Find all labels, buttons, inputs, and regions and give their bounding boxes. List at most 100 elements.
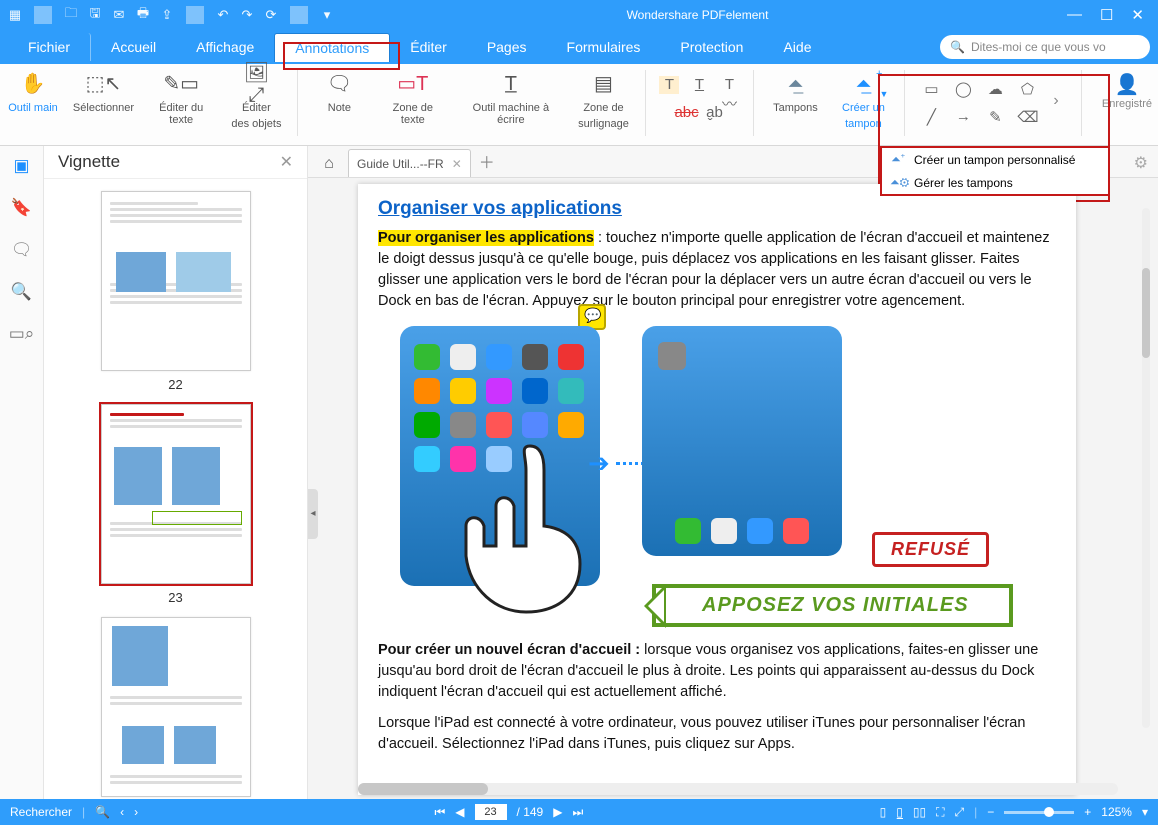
status-find-prev-icon[interactable]: ‹: [120, 805, 124, 819]
thumbnail-page-22[interactable]: 22: [101, 191, 251, 392]
qat-open-icon[interactable]: 🗀: [62, 4, 80, 26]
vertical-scrollbar[interactable]: [1142, 208, 1150, 728]
menu-annotations[interactable]: Annotations: [274, 33, 390, 62]
menu-pages[interactable]: Pages: [467, 33, 547, 61]
tool-caret[interactable]: a̬b: [704, 104, 724, 122]
tool-stamps[interactable]: ⏶̲ Tampons: [768, 70, 822, 114]
tool-typewriter[interactable]: T̲ Outil machine à écrire: [459, 70, 562, 126]
thumbnail-page-23[interactable]: 23: [101, 404, 251, 605]
qat-share-icon[interactable]: ⇪: [158, 7, 176, 23]
qat-print-icon[interactable]: 🖶: [134, 4, 152, 26]
ribbon-overflow[interactable]: ›: [1053, 92, 1067, 110]
shape-circle-icon[interactable]: ◯: [953, 80, 973, 98]
window-maximize-icon[interactable]: ☐: [1100, 6, 1113, 24]
stamp-gear-icon: ⏶⚙: [890, 175, 906, 190]
shape-cloud-icon[interactable]: ☁: [985, 80, 1005, 98]
view-fullscreen-icon[interactable]: ⤢: [955, 805, 965, 820]
zoom-slider[interactable]: [1004, 811, 1074, 814]
tool-edit-text[interactable]: ✎▭ Éditer du texte: [147, 70, 215, 126]
menu-file[interactable]: Fichier: [8, 33, 91, 61]
thumbnail-panel-close-icon[interactable]: ✕: [280, 152, 293, 172]
view-two-page-icon[interactable]: ▯▯: [913, 805, 926, 819]
page-first-icon[interactable]: ⏮: [434, 805, 445, 820]
window-minimize-icon[interactable]: ―: [1067, 6, 1082, 24]
horizontal-scrollbar[interactable]: [358, 783, 1118, 795]
qat-refresh-icon[interactable]: ⟳: [262, 7, 280, 23]
doc-heading: Organiser vos applications: [378, 198, 1056, 220]
status-search-icon[interactable]: 🔍: [95, 805, 110, 819]
zoom-out-icon[interactable]: −: [987, 805, 994, 819]
view-fit-icon[interactable]: ⛶: [936, 805, 944, 820]
panel-collapse-handle[interactable]: ◂: [308, 489, 318, 539]
tool-strikeout[interactable]: abc: [674, 104, 694, 122]
qat-mail-icon[interactable]: ✉: [110, 7, 128, 23]
tool-select[interactable]: ⬚↖ Sélectionner: [74, 70, 133, 114]
tool-edit-objects[interactable]: 🖼⤢ Éditer des objets: [229, 70, 283, 130]
status-find-next-icon[interactable]: ›: [134, 805, 138, 819]
qat-undo-icon[interactable]: ↶: [214, 7, 232, 23]
page-prev-icon[interactable]: ◀: [455, 805, 464, 819]
tool-create-stamp[interactable]: ⏶̲+▼ Créer un tampon: [836, 70, 890, 130]
ribbon: ✋ Outil main ⬚↖ Sélectionner ✎▭ Éditer d…: [0, 64, 1158, 146]
new-tab-button[interactable]: ＋: [477, 149, 497, 177]
shape-rect-icon[interactable]: ▭: [921, 80, 941, 98]
qat-redo-icon[interactable]: ↷: [238, 7, 256, 23]
document-area: ⌂ Guide Util...--FR ✕ ＋ ⚙ ◂ Organiser vo…: [308, 146, 1158, 799]
shape-line-icon[interactable]: ╱: [921, 108, 941, 126]
zoom-in-icon[interactable]: +: [1084, 805, 1091, 819]
page-next-icon[interactable]: ▶: [553, 805, 562, 819]
page-last-icon[interactable]: ⏭: [572, 805, 583, 820]
nav-comments-icon[interactable]: 🗨: [11, 240, 33, 260]
thumbnail-page-24[interactable]: [101, 617, 251, 797]
search-icon: 🔍: [950, 40, 965, 54]
zoom-dropdown-icon[interactable]: ▾: [1142, 805, 1148, 819]
menu-formulaires[interactable]: Formulaires: [547, 33, 661, 61]
tool-squiggly[interactable]: T〰: [719, 76, 739, 94]
page-current-input[interactable]: [475, 804, 507, 820]
menu-accueil[interactable]: Accueil: [91, 33, 176, 61]
document-canvas[interactable]: ◂ Organiser vos applications Pour organi…: [308, 178, 1158, 799]
thumbnail-page-22-number: 22: [101, 377, 251, 392]
tool-highlight[interactable]: T: [659, 76, 679, 94]
menu-editer[interactable]: Éditer: [390, 33, 467, 61]
document-tab-close-icon[interactable]: ✕: [452, 157, 462, 171]
tab-home-icon[interactable]: ⌂: [316, 151, 342, 177]
tab-settings-icon[interactable]: ⚙: [1134, 153, 1148, 177]
app-icon: ▦: [6, 7, 24, 23]
qat-save-icon[interactable]: 🖫: [86, 4, 104, 26]
tool-note[interactable]: 🗨 Note: [312, 70, 366, 114]
tool-area-highlight[interactable]: ▤ Zone de surlignage: [577, 70, 631, 130]
doc-paragraph-2-lead: Pour créer un nouvel écran d'accueil :: [378, 642, 640, 658]
shape-eraser-icon[interactable]: ⌫: [1017, 108, 1037, 126]
shape-arrow-icon[interactable]: →: [953, 108, 973, 126]
menu-create-custom-stamp[interactable]: ⏶⁺ Créer un tampon personnalisé: [882, 148, 1108, 171]
qat-more-icon[interactable]: ▾: [318, 7, 336, 23]
tool-hand[interactable]: ✋ Outil main: [6, 70, 60, 114]
menu-manage-stamps[interactable]: ⏶⚙ Gérer les tampons: [882, 171, 1108, 194]
tool-edit-objects-label1: Éditer: [242, 102, 271, 114]
document-tab[interactable]: Guide Util...--FR ✕: [348, 149, 471, 177]
account-status-label: Enregistré: [1102, 98, 1152, 110]
shape-polygon-icon[interactable]: ⬠: [1017, 80, 1037, 98]
tool-underline[interactable]: T: [689, 76, 709, 94]
status-find-label[interactable]: Rechercher: [10, 805, 72, 819]
menu-aide[interactable]: Aide: [763, 33, 831, 61]
account-status[interactable]: 👤 Enregistré: [1102, 70, 1152, 110]
menu-protection[interactable]: Protection: [660, 33, 763, 61]
view-single-page-icon[interactable]: ▯: [880, 805, 887, 819]
nav-thumbnails-icon[interactable]: ▣: [13, 156, 29, 176]
nav-attachments-icon[interactable]: ▭⌕: [9, 324, 35, 344]
tool-select-label: Sélectionner: [73, 102, 134, 114]
stamp-initials[interactable]: APPOSEZ VOS INITIALES: [652, 584, 1013, 627]
stamp-refuse[interactable]: REFUSÉ: [872, 532, 989, 567]
shape-pencil-icon[interactable]: ✎: [985, 108, 1005, 126]
nav-bookmarks-icon[interactable]: 🔖: [11, 198, 32, 218]
edit-objects-icon: 🖼⤢: [241, 70, 271, 98]
help-search-placeholder: Dites-moi ce que vous vo: [971, 40, 1106, 54]
window-close-icon[interactable]: ✕: [1131, 6, 1144, 24]
tool-textbox[interactable]: ▭T Zone de texte: [380, 70, 445, 126]
help-search[interactable]: 🔍 Dites-moi ce que vous vo: [940, 35, 1150, 59]
view-continuous-icon[interactable]: ▯̲: [896, 805, 903, 819]
menu-affichage[interactable]: Affichage: [176, 33, 274, 61]
nav-search-icon[interactable]: 🔍: [11, 282, 32, 302]
